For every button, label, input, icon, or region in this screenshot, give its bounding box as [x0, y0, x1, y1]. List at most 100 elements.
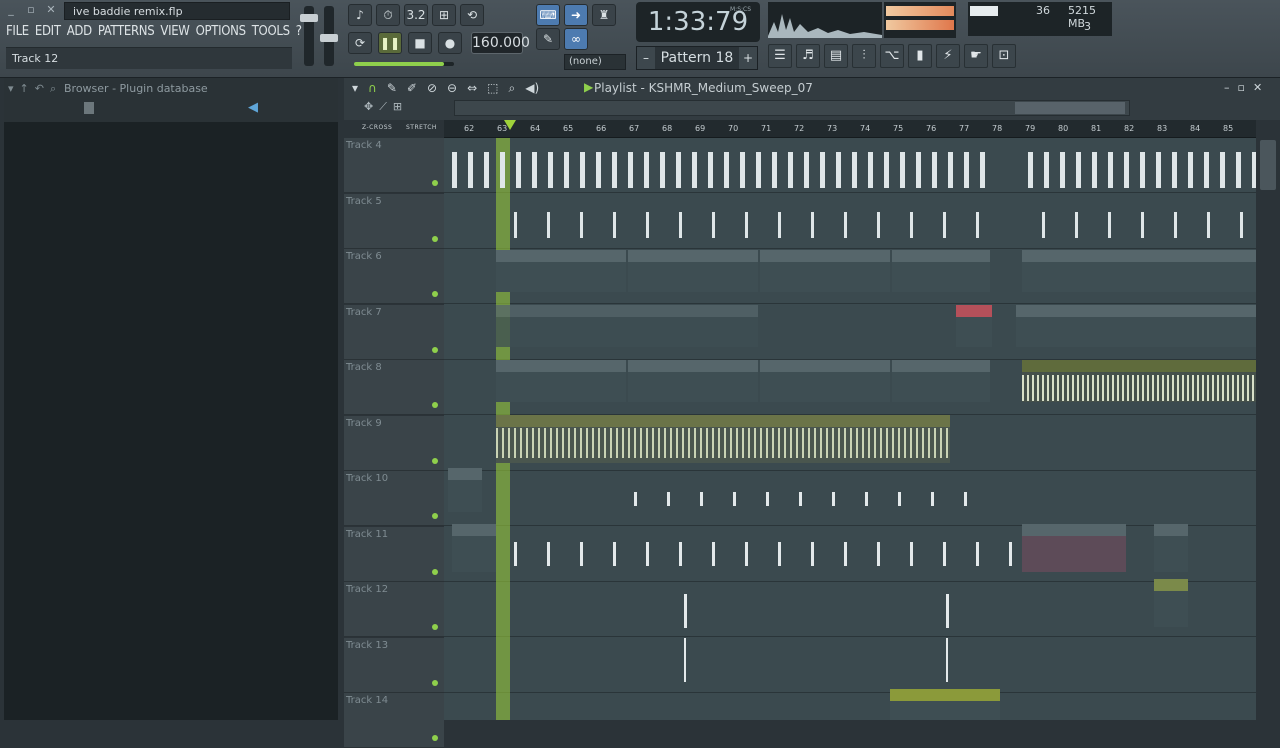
track-lane[interactable] — [444, 138, 1256, 193]
track-enable-led[interactable] — [432, 624, 438, 630]
track-enable-led[interactable] — [432, 568, 438, 575]
browser-menu-icon[interactable]: ▾ — [8, 82, 14, 96]
track-enable-led[interactable] — [432, 180, 438, 186]
master-pitch-knob[interactable] — [320, 34, 338, 42]
tempo-tapper-icon[interactable]: ☛ — [964, 44, 988, 68]
browser-up-icon[interactable]: ↑ — [20, 82, 29, 96]
track-enable-led[interactable] — [432, 513, 438, 519]
track-lane[interactable] — [444, 194, 1256, 249]
restore-icon[interactable]: ▫ — [24, 3, 38, 17]
track-enable-led[interactable] — [432, 735, 438, 741]
master-volume-knob[interactable] — [300, 14, 318, 22]
track-header[interactable]: Track 12 — [344, 582, 444, 637]
clip-kick[interactable]: K...8 — [448, 468, 482, 512]
snap-select[interactable]: (none) — [564, 54, 626, 70]
playlist-menu-icon[interactable]: ▾ — [352, 81, 358, 96]
timeline-ruler[interactable]: 62 63 64 65 66 67 68 69 70 71 72 73 74 75 76 77 78 79 80 81… — [444, 120, 1256, 138]
menu-options[interactable]: OPTIONS — [196, 24, 246, 39]
wait-icon[interactable]: ⏱ — [376, 4, 400, 26]
playlist-icon[interactable]: ☰ — [768, 44, 792, 68]
vertical-scrollbar-thumb[interactable] — [1260, 140, 1276, 190]
close-icon[interactable]: ✕ — [44, 3, 58, 17]
clip-pattern-5[interactable]: Pattern 5 — [628, 360, 758, 402]
mixer-icon[interactable]: ⫶ — [852, 44, 876, 68]
clip-pattern-1[interactable]: Pattern 1 — [628, 250, 758, 292]
menu-edit[interactable]: EDIT — [35, 24, 61, 39]
track-enable-led[interactable] — [432, 291, 438, 297]
track-lane[interactable] — [444, 582, 1256, 637]
main-pitch-bar[interactable] — [354, 62, 454, 66]
clip-crash[interactable]: KSHMR_Crash_03 — [1022, 524, 1126, 572]
track-lane[interactable] — [444, 471, 1256, 526]
track-header[interactable]: Track 13 — [344, 637, 444, 693]
pattern-song-toggle-icon[interactable]: ⟳ — [348, 32, 372, 54]
browser-tree-icon[interactable]: ⌥ — [880, 44, 904, 68]
clip-sd[interactable]: S...d — [1154, 579, 1188, 627]
channel-rack-icon[interactable]: ▤ — [824, 44, 848, 68]
countdown-icon[interactable]: 3.2 — [404, 4, 428, 26]
stop-button[interactable]: ■ — [408, 32, 432, 54]
menu-patterns[interactable]: PATTERNS — [98, 24, 155, 39]
clip-pattern-19[interactable]: Pattern 19 — [1016, 305, 1256, 347]
track-header[interactable]: Track 8 — [344, 360, 444, 415]
track-enable-led[interactable] — [432, 346, 438, 353]
draw-icon[interactable]: ✎ — [387, 81, 397, 96]
menu-view[interactable]: VIEW — [160, 24, 190, 39]
clip-ks[interactable]: KS...08 — [452, 524, 496, 572]
playlist-minimize-icon[interactable]: – — [1224, 81, 1230, 94]
playlist-close-icon[interactable]: ✕ — [1253, 81, 1262, 94]
playback-icon[interactable]: ◀) — [525, 81, 539, 96]
tempo-display[interactable]: 160.000 — [471, 32, 530, 54]
track-lane[interactable] — [444, 527, 1256, 582]
metronome-icon[interactable]: ♪ — [348, 4, 372, 26]
track-enable-led[interactable] — [432, 679, 438, 686]
pattern-add-icon[interactable]: + — [739, 47, 757, 69]
clip-hihat-audio[interactable] — [1022, 360, 1256, 402]
track-header[interactable]: Track 14 — [344, 693, 444, 748]
clip-pattern-1[interactable]: Pattern 1 — [496, 250, 626, 292]
delete-icon[interactable]: ⊘ — [427, 81, 437, 96]
clip-serum-automation[interactable]: Serum #8 - Dist_Wet — [890, 689, 1000, 720]
arrow-icon[interactable]: ➜ — [564, 4, 588, 26]
link-icon[interactable]: ∞ — [564, 28, 588, 50]
menu-file[interactable]: FILE — [6, 24, 29, 39]
scrollbar-thumb[interactable] — [1015, 102, 1125, 114]
keyboard-icon[interactable]: ⊞ — [393, 100, 402, 114]
slip-icon[interactable]: ⇔ — [467, 81, 477, 96]
clip-pattern-10[interactable]: Pattern 10 — [496, 305, 758, 347]
loop-record-icon[interactable]: ⟲ — [460, 4, 484, 26]
move-icon[interactable]: ✥ — [364, 100, 373, 114]
clip-automation[interactable]: ...me — [956, 305, 992, 347]
plugin-icon[interactable]: ⚡ — [936, 44, 960, 68]
clip-pattern-18[interactable]: Pattern 18 — [1022, 250, 1256, 292]
clip-pattern-1[interactable]: Pattern 1 — [892, 250, 990, 292]
track-lane[interactable] — [444, 638, 1256, 693]
playhead-marker-icon[interactable] — [504, 120, 516, 130]
mute-icon[interactable]: ⊖ — [447, 81, 457, 96]
clip-pattern-5[interactable]: Pattern 5 — [496, 360, 626, 402]
render-icon[interactable]: ⊡ — [992, 44, 1016, 68]
pause-button[interactable]: ❚❚ — [378, 32, 402, 54]
pattern-prev-icon[interactable]: – — [637, 47, 655, 69]
piano-roll-icon[interactable]: ♬ — [796, 44, 820, 68]
clip-pa[interactable]: Pa... — [1154, 524, 1188, 572]
track-header[interactable]: Track 10 — [344, 471, 444, 526]
track-header[interactable]: Track 9 — [344, 415, 444, 471]
speaker-icon[interactable]: ◀ — [248, 100, 258, 115]
paint-icon[interactable]: ✐ — [407, 81, 417, 96]
pencil-icon[interactable]: ⟋ — [379, 100, 387, 114]
track-header[interactable]: Track 7 — [344, 304, 444, 360]
track-enable-led[interactable] — [432, 457, 438, 464]
playlist-grid[interactable]: Pattern 1 Pattern 1 Pattern 1 Pattern 1 … — [444, 138, 1256, 720]
select-icon[interactable]: ⬚ — [487, 81, 498, 96]
track-header[interactable]: Track 4 — [344, 138, 444, 193]
vertical-scrollbar[interactable] — [1256, 120, 1280, 720]
menu-add[interactable]: ADD — [67, 24, 92, 39]
hat-icon[interactable]: ♜ — [592, 4, 616, 26]
clip-pattern-5[interactable]: Pattern 5 — [892, 360, 990, 402]
project-icon[interactable]: ▮ — [908, 44, 932, 68]
typing-keyboard-icon[interactable]: ⌨ — [536, 4, 560, 26]
track-enable-led[interactable] — [432, 402, 438, 408]
menu-help[interactable]: ? — [296, 24, 302, 39]
record-button[interactable]: ● — [438, 32, 462, 54]
